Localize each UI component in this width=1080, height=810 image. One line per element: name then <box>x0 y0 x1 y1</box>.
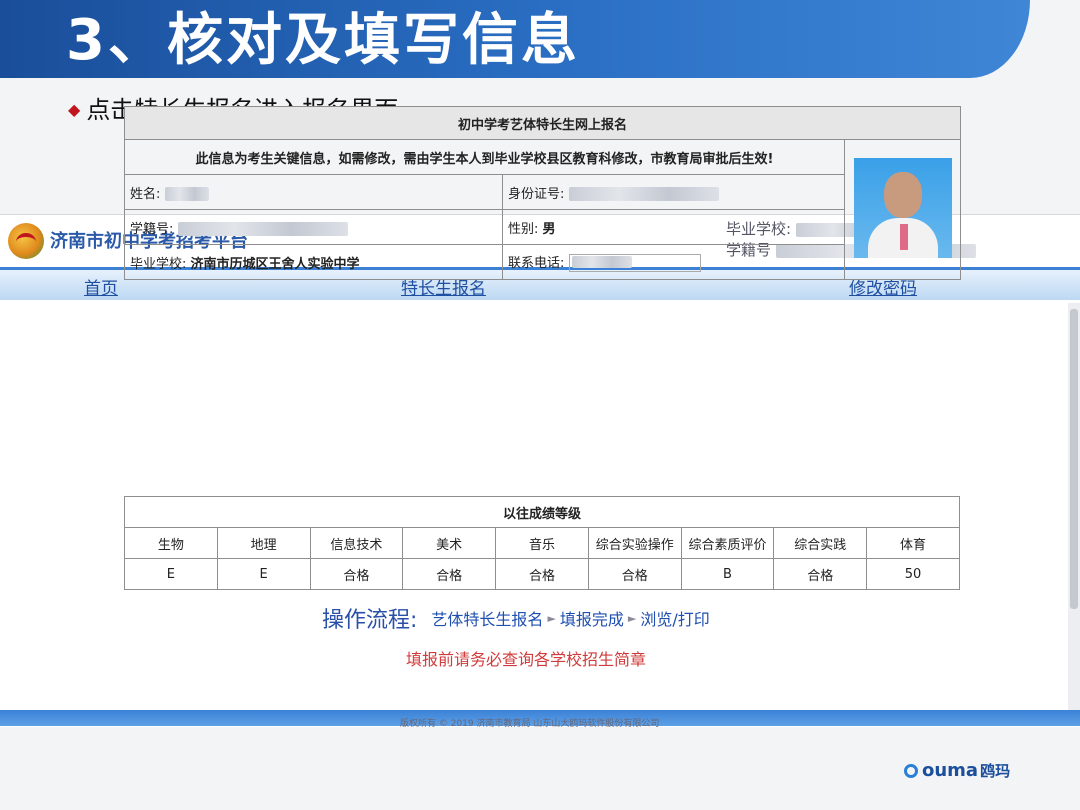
ouma-brand-logo: ouma 鸥玛 <box>904 760 1010 781</box>
grades-header-row: 生物 地理 信息技术 美术 音乐 综合实验操作 综合素质评价 综合实践 体育 <box>124 527 960 559</box>
nav-home-link[interactable]: 首页 <box>84 274 118 299</box>
school-field: 毕业学校: 济南市历城区王舍人实验中学 <box>124 244 503 280</box>
id-redacted <box>568 187 719 201</box>
gender-value: 男 <box>542 221 556 237</box>
grade-header: 美术 <box>402 527 497 559</box>
grade-value: 50 <box>866 558 960 590</box>
step-specialty-signup-link[interactable]: 艺体特长生报名 <box>431 606 543 630</box>
phone-field: 联系电话: <box>502 244 845 280</box>
ouma-logo-icon <box>904 763 918 778</box>
arrow-right-icon: ► <box>627 611 637 625</box>
grades-value-row: E E 合格 合格 合格 合格 B 合格 50 <box>124 558 960 590</box>
gender-field: 性别: 男 <box>502 209 845 245</box>
scrollbar-thumb[interactable] <box>1070 309 1078 609</box>
reminder-text: 填报前请务必查询各学校招生简章 <box>406 650 647 669</box>
grade-value: 合格 <box>309 558 404 590</box>
student-no-form-label: 学籍号: <box>130 221 174 237</box>
slide-title: 3、核对及填写信息 <box>66 8 580 73</box>
diamond-bullet-icon: ◆ <box>68 100 81 119</box>
brand-cn: 鸥玛 <box>980 762 1011 780</box>
platform-logo-icon <box>8 223 44 259</box>
form-title: 初中学考艺体特长生网上报名 <box>123 106 962 140</box>
phone-redacted <box>571 256 632 269</box>
phone-input[interactable] <box>568 254 701 273</box>
grade-header: 信息技术 <box>309 527 404 559</box>
grade-header: 地理 <box>216 527 311 559</box>
id-label: 身份证号: <box>508 186 565 202</box>
grade-header: 综合实验操作 <box>587 527 682 559</box>
name-label: 姓名: <box>130 186 161 202</box>
photo-tie <box>899 223 908 250</box>
grade-header: 综合实践 <box>773 527 868 559</box>
photo-cell <box>843 139 962 280</box>
registration-form: 初中学考艺体特长生网上报名 此信息为考生关键信息，如需修改，需由学生本人到毕业学… <box>123 106 962 280</box>
grade-value: 合格 <box>495 558 589 590</box>
name-redacted <box>164 187 209 201</box>
name-field: 姓名: <box>124 174 503 210</box>
school-value: 济南市历城区王舍人实验中学 <box>190 256 360 272</box>
photo-head <box>883 171 922 218</box>
step-view-print-link[interactable]: 浏览/打印 <box>640 606 709 630</box>
scrollbar[interactable] <box>1068 303 1080 713</box>
grade-value: E <box>216 558 311 590</box>
grade-value: 合格 <box>402 558 497 590</box>
grades-table: 以往成绩等级 生物 地理 信息技术 美术 音乐 综合实验操作 综合素质评价 综合… <box>124 496 960 590</box>
step-completed-link[interactable]: 填报完成 <box>560 606 624 630</box>
process-flow: 操作流程: 艺体特长生报名 ► 填报完成 ► 浏览/打印 <box>322 602 710 634</box>
form-notice: 此信息为考生关键信息，如需修改，需由学生本人到毕业学校县区教育科修改，市教育局审… <box>124 139 845 175</box>
grade-header: 综合素质评价 <box>680 527 775 559</box>
student-photo <box>853 157 952 258</box>
grades-title: 以往成绩等级 <box>124 496 960 528</box>
grade-value: E <box>124 558 218 590</box>
arrow-right-icon: ► <box>547 611 556 625</box>
grade-header: 生物 <box>124 527 218 559</box>
student-no-field: 学籍号: <box>124 209 503 245</box>
id-field: 身份证号: <box>502 174 845 210</box>
gender-label: 性别: <box>508 221 539 237</box>
grade-header: 音乐 <box>495 527 589 559</box>
student-no-form-redacted <box>177 222 348 236</box>
grade-value: B <box>680 558 775 590</box>
footer-copyright: 版权所有 © 2019 济南市教育局 山东山大鸥玛软件股份有限公司 <box>400 719 660 729</box>
school-label: 毕业学校: <box>130 256 187 272</box>
phone-label: 联系电话: <box>508 255 565 271</box>
grade-value: 合格 <box>587 558 682 590</box>
brand-latin: ouma <box>922 760 979 781</box>
process-label: 操作流程: <box>322 608 418 633</box>
grade-value: 合格 <box>773 558 868 590</box>
grade-header: 体育 <box>866 527 960 559</box>
